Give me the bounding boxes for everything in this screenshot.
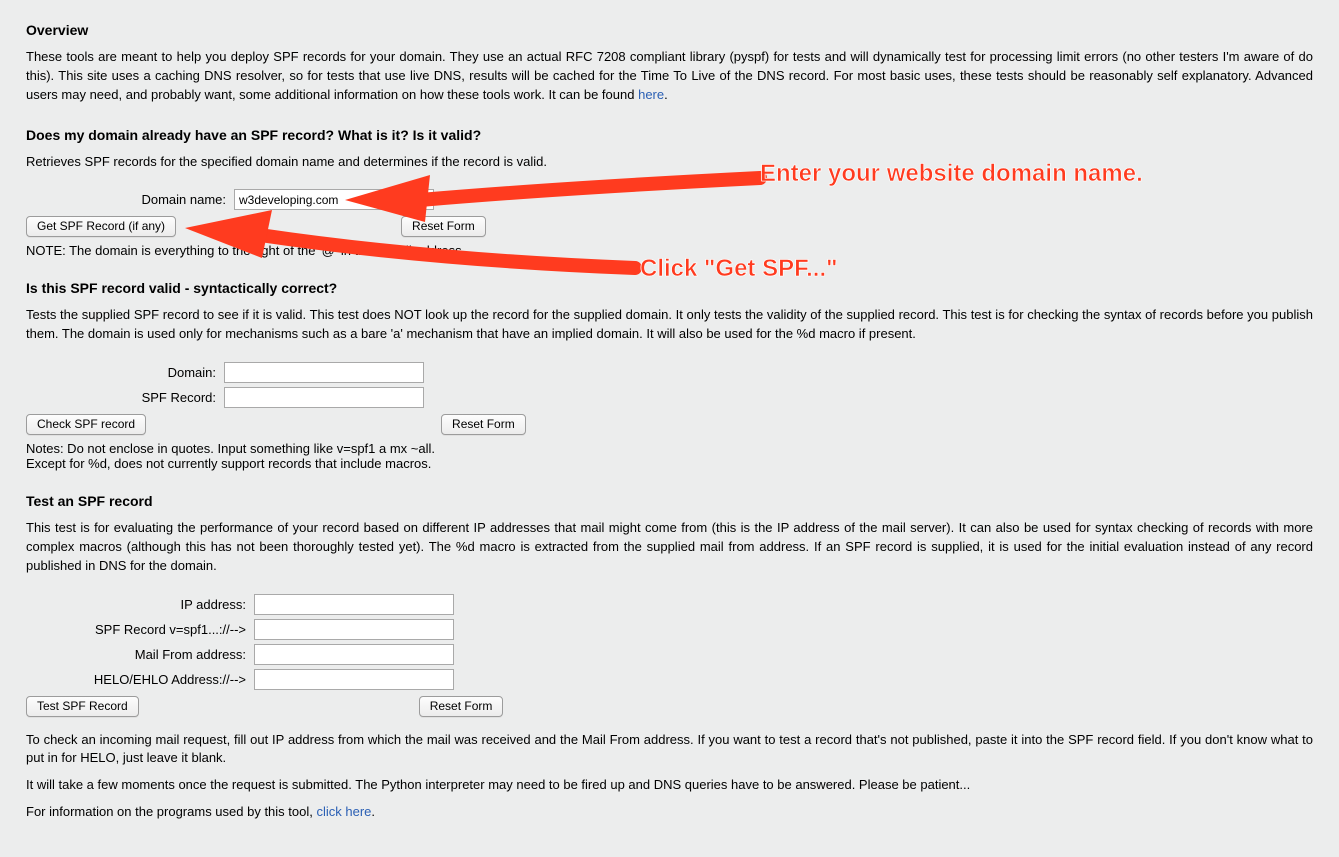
sec3-after3: For information on the programs used by … bbox=[26, 803, 1313, 822]
sec2-note2: Except for %d, does not currently suppor… bbox=[26, 456, 1313, 471]
sec3-ip-label: IP address: bbox=[26, 597, 254, 612]
sec2-domain-input[interactable] bbox=[224, 362, 424, 383]
sec2-note1: Notes: Do not enclose in quotes. Input s… bbox=[26, 441, 1313, 456]
test-spf-button[interactable]: Test SPF Record bbox=[26, 696, 139, 717]
sec1-desc: Retrieves SPF records for the specified … bbox=[26, 153, 1313, 172]
sec2-desc: Tests the supplied SPF record to see if … bbox=[26, 306, 1313, 344]
overview-here-link[interactable]: here bbox=[638, 87, 664, 102]
domain-name-label: Domain name: bbox=[26, 192, 234, 207]
sec2-spf-input[interactable] bbox=[224, 387, 424, 408]
sec3-after1: To check an incoming mail request, fill … bbox=[26, 731, 1313, 769]
sec3-spf-input[interactable] bbox=[254, 619, 454, 640]
click-here-link[interactable]: click here bbox=[316, 804, 371, 819]
sec3-after3-pre: For information on the programs used by … bbox=[26, 804, 316, 819]
sec2-spf-label: SPF Record: bbox=[26, 390, 224, 405]
sec3-mailfrom-input[interactable] bbox=[254, 644, 454, 665]
reset-form-button-1[interactable]: Reset Form bbox=[401, 216, 486, 237]
sec1-form: Domain name: Get SPF Record (if any) Res… bbox=[26, 189, 1313, 237]
check-spf-button[interactable]: Check SPF record bbox=[26, 414, 146, 435]
sec1-heading: Does my domain already have an SPF recor… bbox=[26, 127, 1313, 143]
overview-text: These tools are meant to help you deploy… bbox=[26, 48, 1313, 105]
sec3-heading: Test an SPF record bbox=[26, 493, 1313, 509]
sec2-heading: Is this SPF record valid - syntactically… bbox=[26, 280, 1313, 296]
overview-heading: Overview bbox=[26, 22, 1313, 38]
get-spf-button[interactable]: Get SPF Record (if any) bbox=[26, 216, 176, 237]
sec3-mailfrom-label: Mail From address: bbox=[26, 647, 254, 662]
sec3-helo-input[interactable] bbox=[254, 669, 454, 690]
sec3-ip-input[interactable] bbox=[254, 594, 454, 615]
sec3-desc: This test is for evaluating the performa… bbox=[26, 519, 1313, 576]
overview-text-dot: . bbox=[664, 87, 668, 102]
sec3-form: IP address: SPF Record v=spf1...://--> M… bbox=[26, 594, 1313, 717]
sec3-after2: It will take a few moments once the requ… bbox=[26, 776, 1313, 795]
sec3-after3-post: . bbox=[371, 804, 375, 819]
sec3-spf-label: SPF Record v=spf1...://--> bbox=[26, 622, 254, 637]
sec2-form: Domain: SPF Record: Check SPF record Res… bbox=[26, 362, 1313, 435]
domain-name-input[interactable] bbox=[234, 189, 434, 210]
sec2-domain-label: Domain: bbox=[26, 365, 224, 380]
reset-form-button-2[interactable]: Reset Form bbox=[441, 414, 526, 435]
sec1-note: NOTE: The domain is everything to the ri… bbox=[26, 243, 1313, 258]
sec3-helo-label: HELO/EHLO Address://--> bbox=[26, 672, 254, 687]
reset-form-button-3[interactable]: Reset Form bbox=[419, 696, 504, 717]
overview-text-body: These tools are meant to help you deploy… bbox=[26, 49, 1313, 102]
